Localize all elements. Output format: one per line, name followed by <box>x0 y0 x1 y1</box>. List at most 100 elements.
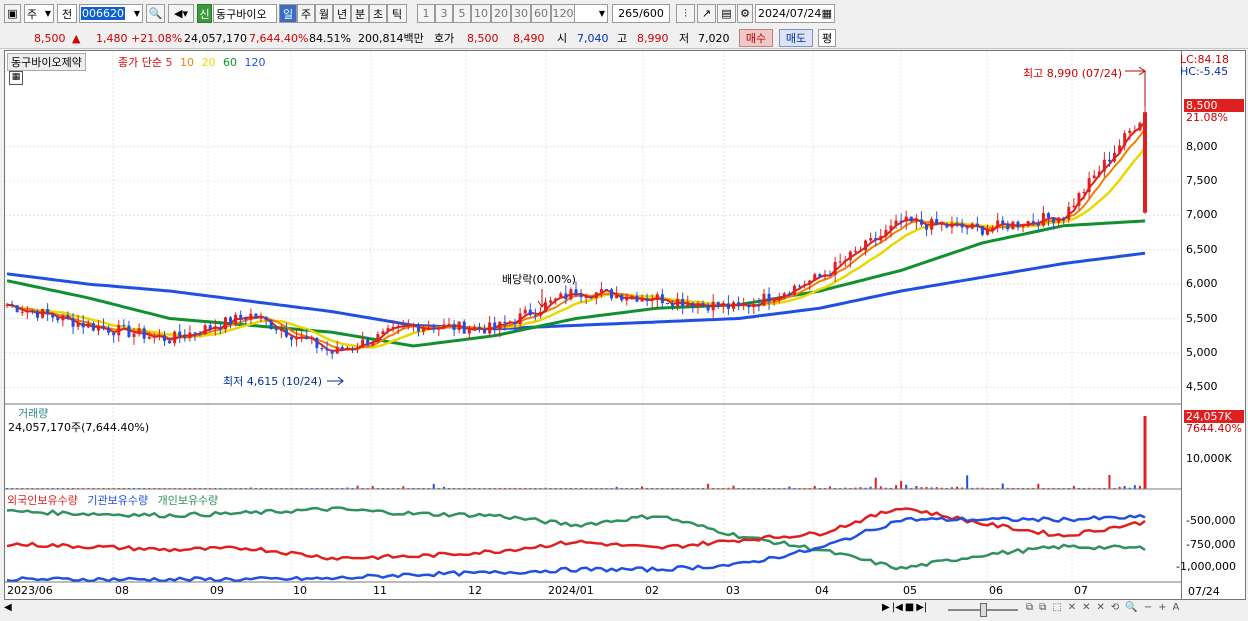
zoom-slider-handle[interactable] <box>980 603 987 617</box>
candle-body <box>1016 221 1020 228</box>
min-10-button[interactable]: 10 <box>471 4 491 23</box>
current-pct-tag: 21.08% <box>1186 111 1228 124</box>
holding-legend: 외국인보유수량 기관보유수량 개인보유수량 <box>7 492 218 508</box>
draw-icon[interactable]: ↗ <box>697 4 716 23</box>
candle-body <box>25 310 29 312</box>
candle-body <box>208 325 212 329</box>
min-5-button[interactable]: 5 <box>453 4 471 23</box>
ma-10-label: 10 <box>179 56 194 69</box>
tool-icon-4[interactable]: ✕ <box>1068 602 1076 613</box>
average-button[interactable]: 평 <box>818 29 836 47</box>
volume-y-tick: 10,000K <box>1186 452 1232 465</box>
candle-body <box>767 293 771 302</box>
min-60-button[interactable]: 60 <box>531 4 551 23</box>
candle-body <box>254 313 258 319</box>
candle-body <box>386 328 390 332</box>
candle-body <box>635 295 639 302</box>
scroll-left-icon[interactable]: ◀ <box>4 602 12 613</box>
stock-title[interactable]: 동구바이오제약 <box>7 53 86 71</box>
plus-icon[interactable]: + <box>1158 602 1166 613</box>
candle-body <box>742 304 746 306</box>
tab-minute[interactable]: 분 <box>351 4 369 23</box>
scroll-toolbar: ▶ |◀ ■ ▶| ⧉ ⧉ ⬚ ✕ ✕ ✕ ⟲ 🔍 − + A ◀ <box>0 600 1248 621</box>
tab-second[interactable]: 초 <box>369 4 387 23</box>
candle-body <box>716 301 720 307</box>
custom-period-select[interactable]: ▼ <box>574 4 608 23</box>
min-30-button[interactable]: 30 <box>511 4 531 23</box>
market-select[interactable]: 주 ▼ <box>24 4 54 23</box>
tool-icon-5[interactable]: ✕ <box>1082 602 1090 613</box>
candle-body <box>823 274 827 277</box>
gear-icon[interactable]: ⚙ <box>737 4 753 23</box>
candle-body <box>919 219 923 225</box>
candle-body <box>1006 223 1010 230</box>
candle-body <box>371 341 375 346</box>
font-icon[interactable]: A <box>1173 602 1180 613</box>
candle-body <box>508 322 512 324</box>
candle-body <box>1107 159 1111 162</box>
candle-body <box>930 218 934 230</box>
candle-body <box>752 304 756 308</box>
save-icon[interactable]: ▤ <box>717 4 736 23</box>
candle-body <box>803 284 807 286</box>
candle-body <box>1092 175 1096 179</box>
candle-body <box>686 302 690 307</box>
window-icon[interactable]: ▣ <box>4 4 21 23</box>
candle-body <box>772 299 776 302</box>
candle-body <box>518 313 522 324</box>
candle-body <box>975 223 979 226</box>
candle-body <box>894 220 898 226</box>
tool-icon-3[interactable]: ⬚ <box>1052 602 1061 613</box>
individual-holding-line <box>6 506 1146 571</box>
candle-body <box>30 310 34 312</box>
candle-body <box>427 327 431 329</box>
minus-icon[interactable]: − <box>1144 602 1152 613</box>
tool-icon-7[interactable]: ⟲ <box>1111 602 1119 613</box>
speaker-icon[interactable]: ◀▾ <box>168 4 194 23</box>
tool-icon-1[interactable]: ⧉ <box>1026 602 1033 613</box>
count-field[interactable]: 265/600 <box>612 4 670 23</box>
prev-button[interactable]: 전 <box>57 4 77 23</box>
chart-area[interactable]: 동구바이오제약 종가 단순 5 10 20 60 120 ▦ 최고 8,990 … <box>4 50 1182 600</box>
candle-body <box>117 325 121 336</box>
stop-icon[interactable]: ■ <box>905 602 914 613</box>
candle-body <box>284 329 288 337</box>
tool-icon-2[interactable]: ⧉ <box>1039 602 1046 613</box>
tab-week[interactable]: 주 <box>297 4 315 23</box>
tab-tick[interactable]: 틱 <box>387 4 407 23</box>
high-label: 고 <box>617 32 628 45</box>
first-icon[interactable]: |◀ <box>892 602 903 613</box>
scroll-right-icon[interactable]: ▶ <box>882 602 890 613</box>
x-tick: 05 <box>903 584 917 597</box>
calendar-icon[interactable]: ▦ <box>822 7 832 20</box>
min-3-button[interactable]: 3 <box>435 4 453 23</box>
buy-button[interactable]: 매수 <box>739 29 773 47</box>
candle-body <box>396 326 400 328</box>
candle-body <box>229 317 233 325</box>
tool-icon-6[interactable]: ✕ <box>1097 602 1105 613</box>
sell-button[interactable]: 매도 <box>779 29 813 47</box>
tab-month[interactable]: 월 <box>315 4 333 23</box>
individual-legend: 개인보유수량 <box>157 494 219 507</box>
min-20-button[interactable]: 20 <box>491 4 511 23</box>
candle-body <box>671 303 675 306</box>
table-icon[interactable]: ▦ <box>9 71 23 85</box>
candle-icon[interactable]: ⫶ <box>676 4 695 23</box>
tab-year[interactable]: 년 <box>333 4 351 23</box>
date-field[interactable]: 2024/07/24 ▦ <box>755 4 835 23</box>
tab-day[interactable]: 일 <box>279 4 297 23</box>
candle-body <box>437 327 441 330</box>
candle-body <box>432 327 436 330</box>
candle-body <box>91 323 95 331</box>
min-1-button[interactable]: 1 <box>417 4 435 23</box>
last-icon[interactable]: ▶| <box>916 602 927 613</box>
candle-body <box>630 295 634 299</box>
volume-pct-tag: 7644.40% <box>1186 422 1242 435</box>
candle-body <box>356 347 360 349</box>
candle-body <box>843 260 847 262</box>
candle-body <box>71 318 75 327</box>
min-120-button[interactable]: 120 <box>551 4 575 23</box>
zoom-icon[interactable]: 🔍 <box>1125 602 1137 613</box>
code-input[interactable]: 006620 ▼ <box>79 4 143 23</box>
search-icon[interactable]: 🔍 <box>146 4 165 23</box>
